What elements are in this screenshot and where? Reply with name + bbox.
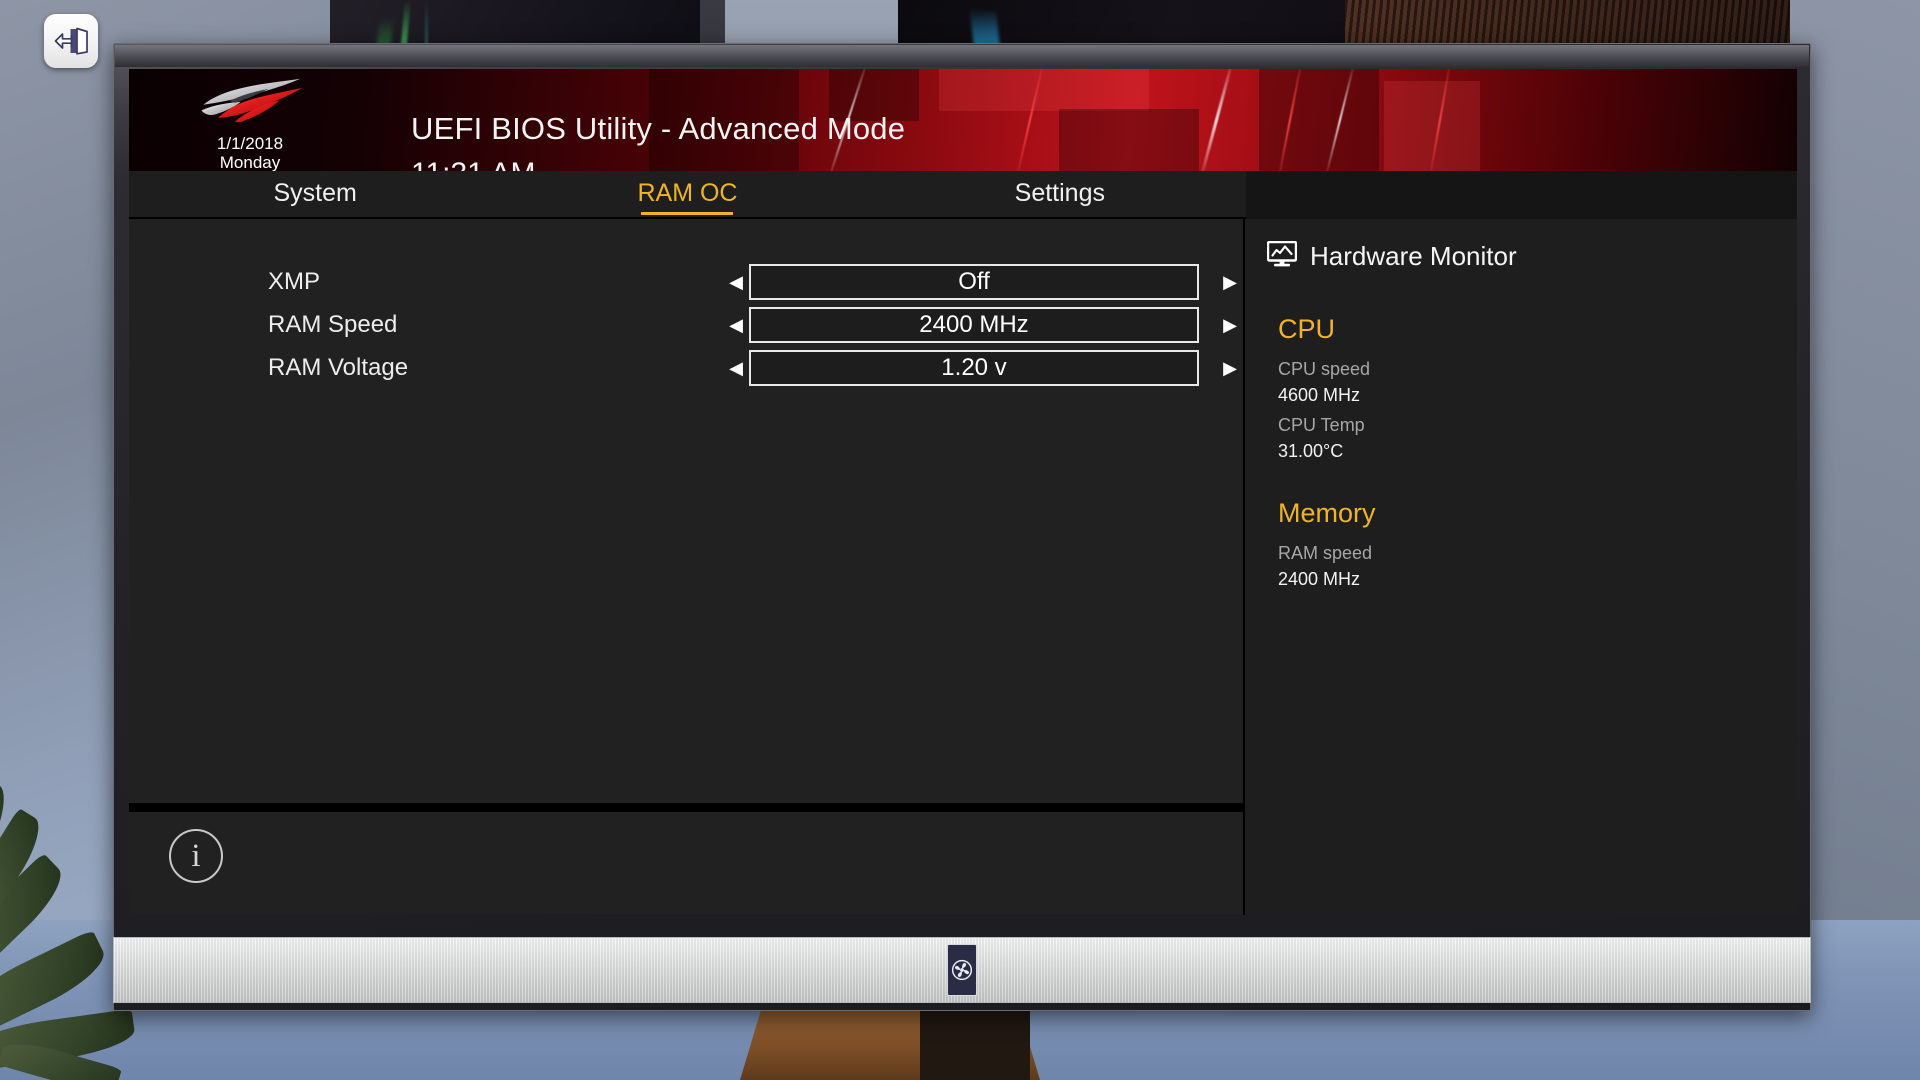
info-circle-icon[interactable]: i — [169, 829, 223, 883]
monitor-top-edge — [115, 45, 1809, 67]
cpu-speed-value: 4600 MHz — [1278, 385, 1361, 405]
ram-voltage-value[interactable]: 1.20 v — [749, 350, 1199, 386]
xmp-increment-arrow-icon[interactable]: ▶ — [1217, 273, 1243, 291]
hardware-monitor-panel: Hardware Monitor CPU CPU speed 4600 MHz … — [1245, 219, 1797, 915]
hardware-monitor-header: Hardware Monitor — [1245, 240, 1797, 272]
exit-door-arrow-icon[interactable] — [44, 14, 98, 68]
monitor: 1/1/2018 Monday UEFI BIOS Utility - Adva… — [113, 43, 1811, 1011]
monitor-screen: 1/1/2018 Monday UEFI BIOS Utility - Adva… — [129, 69, 1797, 915]
hardware-group-memory: Memory RAM speed 2400 MHz — [1245, 498, 1797, 592]
fan-icon — [947, 944, 977, 996]
hardware-group-cpu: CPU CPU speed 4600 MHz CPU Temp 31.00°C — [1245, 314, 1797, 464]
page-title: UEFI BIOS Utility - Advanced Mode — [411, 111, 906, 146]
xmp-decrement-arrow-icon[interactable]: ◀ — [723, 273, 749, 291]
background-desk-shadow — [920, 1010, 1030, 1080]
rog-eye-logo — [201, 78, 303, 123]
bios-date: 1/1/2018 — [216, 134, 284, 153]
hardware-group-heading-cpu: CPU — [1278, 314, 1336, 344]
ram-voltage-increment-arrow-icon[interactable]: ▶ — [1217, 359, 1243, 377]
bios-header: 1/1/2018 Monday UEFI BIOS Utility - Adva… — [129, 69, 1797, 171]
setting-row-ram-speed: RAM Speed ◀ 2400 MHz ▶ — [129, 304, 1243, 346]
xmp-value[interactable]: Off — [749, 264, 1199, 300]
bios-info-bar: i — [129, 812, 1243, 915]
ram-speed-value[interactable]: 2400 MHz — [749, 307, 1199, 343]
cpu-temp-label: CPU Temp — [1278, 415, 1365, 435]
bios-body: XMP ◀ Off ▶ RAM Speed ◀ 2400 MHz ▶ RAM V… — [129, 219, 1797, 915]
hardware-monitor-icon — [1266, 240, 1298, 272]
bios-tab-bar: System RAM OC Settings — [129, 171, 1246, 219]
ram-speed-increment-arrow-icon[interactable]: ▶ — [1217, 316, 1243, 334]
tab-system[interactable]: System — [129, 175, 501, 214]
ram-speed-reading-value: 2400 MHz — [1278, 569, 1361, 589]
cpu-speed-label: CPU speed — [1278, 359, 1371, 379]
bios-main-panel: XMP ◀ Off ▶ RAM Speed ◀ 2400 MHz ▶ RAM V… — [129, 219, 1245, 915]
setting-label-xmp: XMP — [268, 268, 321, 295]
settings-list: XMP ◀ Off ▶ RAM Speed ◀ 2400 MHz ▶ RAM V… — [129, 219, 1243, 803]
hardware-monitor-title: Hardware Monitor — [1310, 241, 1517, 271]
bios-weekday: Monday — [219, 153, 281, 171]
rog-logo-block: 1/1/2018 Monday — [165, 73, 335, 171]
tab-ram-oc[interactable]: RAM OC — [501, 175, 873, 214]
monitor-stand-bar — [113, 937, 1811, 1003]
bios-time: 11:31 AM — [411, 157, 536, 171]
ram-voltage-decrement-arrow-icon[interactable]: ◀ — [723, 359, 749, 377]
setting-row-ram-voltage: RAM Voltage ◀ 1.20 v ▶ — [129, 347, 1243, 389]
setting-label-ram-speed: RAM Speed — [268, 311, 398, 338]
ram-speed-label: RAM speed — [1278, 543, 1373, 563]
main-divider — [129, 803, 1243, 812]
hardware-group-heading-memory: Memory — [1278, 498, 1376, 528]
setting-row-xmp: XMP ◀ Off ▶ — [129, 261, 1243, 303]
setting-label-ram-voltage: RAM Voltage — [268, 354, 409, 381]
uefi-bios-app: 1/1/2018 Monday UEFI BIOS Utility - Adva… — [129, 69, 1797, 915]
cpu-temp-value: 31.00°C — [1278, 441, 1344, 461]
ram-speed-decrement-arrow-icon[interactable]: ◀ — [723, 316, 749, 334]
tab-settings[interactable]: Settings — [874, 175, 1246, 214]
